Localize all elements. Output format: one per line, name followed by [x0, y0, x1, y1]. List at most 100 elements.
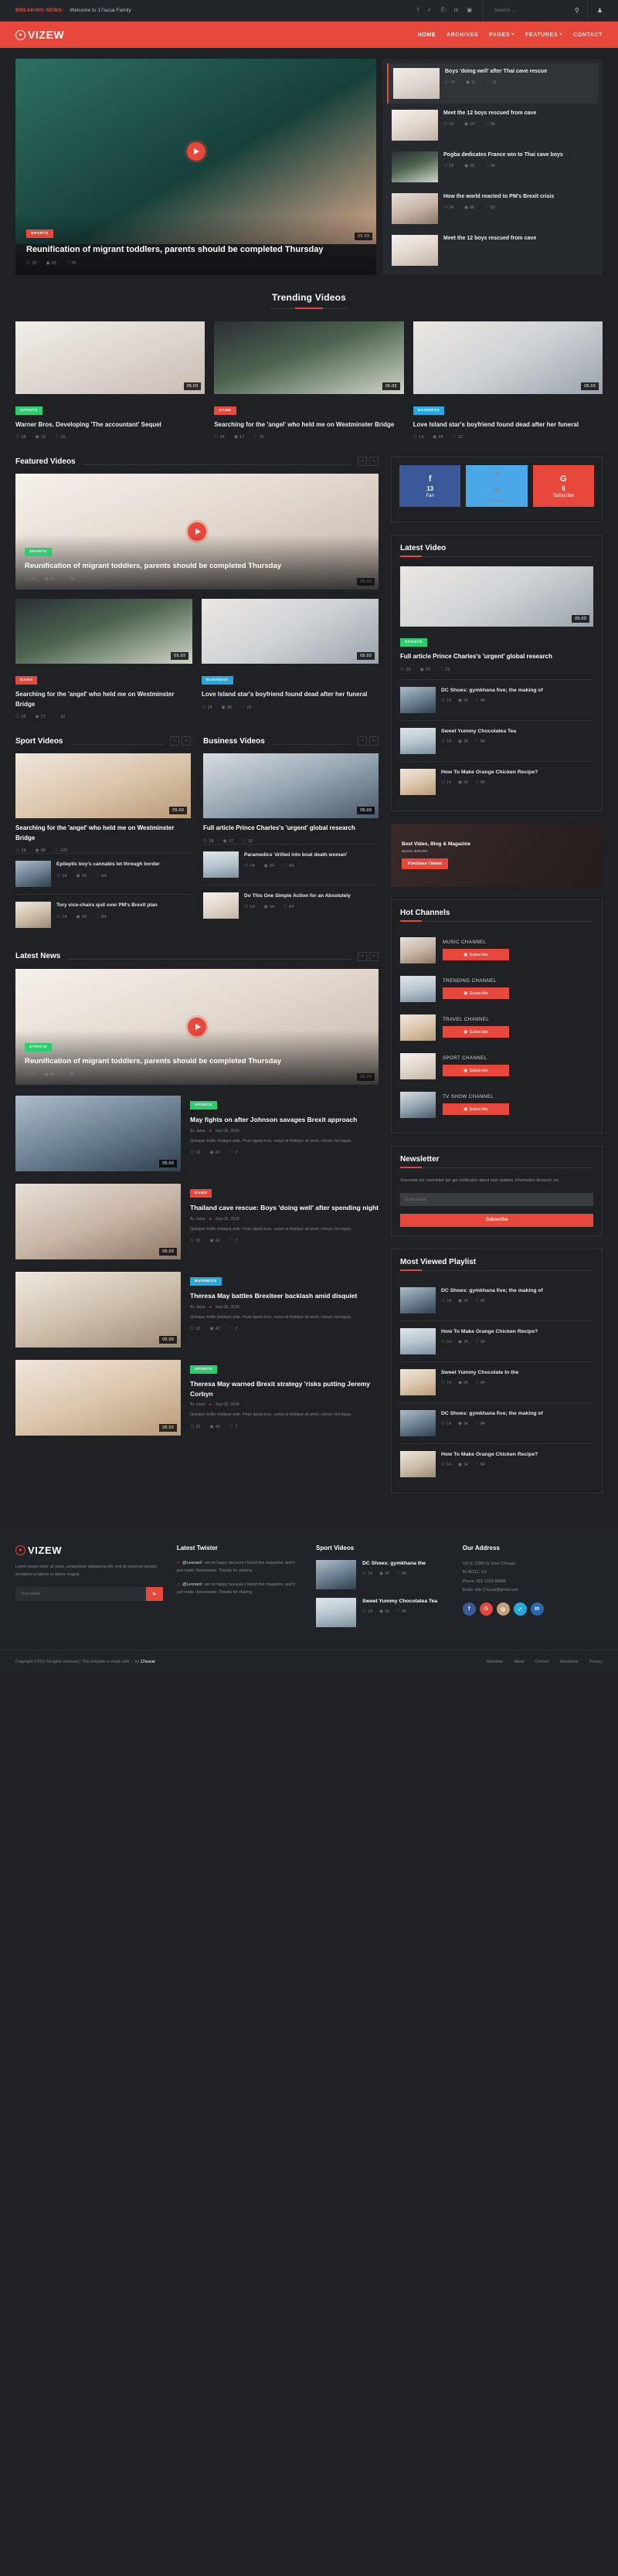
hero-playlist-item[interactable]: Meet the 12 boys rescued from cave — [387, 230, 598, 270]
category-badge[interactable]: BUSINESS — [202, 676, 233, 685]
hero-playlist-item[interactable]: Meet the 12 boys rescued from cave ⚇ 14 ◉ 3… — [387, 105, 598, 145]
facebook-icon[interactable]: f — [417, 0, 419, 22]
news-article-row[interactable]: 05.03 SPORTS Theresa May warned Brexit s… — [15, 1359, 379, 1436]
twitter-counter[interactable]: ✓ 14 Followers — [466, 465, 528, 508]
category-badge[interactable]: SPORTS — [26, 229, 53, 238]
search-icon[interactable]: ⚲ — [575, 7, 579, 14]
twitter-icon[interactable]: ✓ — [427, 0, 432, 22]
next-arrow[interactable]: › — [369, 951, 379, 961]
nav-item-features[interactable]: FEATURES — [525, 32, 563, 38]
playlist-item[interactable]: Sweet Yummy Chocolate In the ⚇ 14 ◉ 34 ♡ 84 — [400, 1361, 593, 1402]
trending-card[interactable]: 05.03 GAME Searching for the 'angel' who… — [214, 321, 404, 440]
subscribe-button[interactable]: ◉ Subscribe — [443, 1026, 509, 1038]
facebook-counter[interactable]: f 13 Fan — [399, 465, 461, 508]
next-arrow[interactable]: › — [182, 736, 191, 746]
prev-arrow[interactable]: ‹ — [358, 736, 367, 746]
footer-send-button[interactable]: ➤ — [145, 1587, 163, 1602]
featured-card[interactable]: 05.03 BUSINESS Love Island star's boyfri… — [202, 599, 379, 719]
category-badge[interactable]: SPORTS — [400, 638, 427, 647]
play-button[interactable] — [186, 142, 205, 161]
category-badge[interactable]: GAME — [214, 406, 236, 415]
prev-arrow[interactable]: ‹ — [358, 457, 367, 467]
business-list-item[interactable]: Paramedics 'drilled into boat death woma… — [203, 843, 379, 885]
category-badge[interactable]: BUSINESS — [413, 406, 445, 415]
prev-arrow[interactable]: ‹ — [170, 736, 179, 746]
business-main-video[interactable]: 05.03 Full article Prince Charles's 'urg… — [203, 753, 379, 844]
latest-news-hero[interactable]: 05.03 SPORTS Reunification of migrant to… — [15, 968, 379, 1085]
footer-link-advertise[interactable]: Advertise — [487, 1660, 504, 1664]
subscribe-button[interactable]: ◉ Subscribe — [443, 949, 509, 961]
playlist-item[interactable]: DC Shoes: gymkhana five; the making of ⚇… — [400, 1280, 593, 1320]
newsletter-subscribe-button[interactable]: Subscribe — [400, 1213, 593, 1227]
ad-banner[interactable]: Best Video, Blog & Magazine Banner 300x2… — [391, 823, 603, 887]
category-badge[interactable]: GAME — [15, 676, 38, 685]
footer-logo[interactable]: VIZEW — [15, 1545, 163, 1556]
google-plus-icon[interactable]: G — [479, 1602, 493, 1616]
footer-video-item[interactable]: DC Shoes: gymkhana the ⚇ 14 ◉ 34 ♡ 84 — [316, 1559, 449, 1589]
linkedin-icon[interactable]: in — [530, 1602, 544, 1616]
facebook-icon[interactable]: f — [462, 1602, 476, 1616]
playlist-item[interactable]: How To Make Orange Chicken Recipe? ⚇ 14 ◉ 3… — [400, 1443, 593, 1484]
trending-card[interactable]: 05.03 SPORTS Warner Bros. Developing 'Th… — [15, 321, 205, 440]
news-article-row[interactable]: 05.03 BUSINESS Theresa May battles Brexi… — [15, 1271, 379, 1347]
user-account-icon[interactable]: ♟ — [588, 7, 603, 14]
search-input[interactable] — [494, 8, 559, 13]
sport-main-video[interactable]: 05.03 Searching for the 'angel' who held… — [15, 753, 191, 853]
purchase-theme-button[interactable]: Purchase Theme — [402, 858, 449, 869]
subscribe-button[interactable]: ◉ Subscribe — [443, 1103, 509, 1116]
google-plus-counter[interactable]: G 9 Subscribe — [532, 465, 594, 508]
featured-card[interactable]: 05.03 GAME Searching for the 'angel' who… — [15, 599, 192, 719]
trending-card[interactable]: 05.03 BUSINESS Love Island star's boyfri… — [413, 321, 603, 440]
nav-item-contact[interactable]: CONTACT — [573, 32, 603, 38]
footer-link-privacy[interactable]: Privacy — [589, 1660, 603, 1664]
subscribe-button[interactable]: ◉ Subscribe — [443, 1065, 509, 1077]
category-badge[interactable]: BUSINESS — [190, 1276, 222, 1286]
news-article-row[interactable]: 05.03 SPORTS May fights on after Johnson… — [15, 1095, 379, 1171]
nav-item-pages[interactable]: PAGES — [489, 32, 515, 38]
footer-email-input[interactable] — [15, 1587, 146, 1602]
youtube-icon[interactable]: ▣ — [467, 0, 472, 22]
footer-link-about[interactable]: About — [514, 1660, 525, 1664]
instagram-icon[interactable]: ◎ — [496, 1602, 510, 1616]
twitter-icon[interactable]: ✓ — [513, 1602, 527, 1616]
prev-arrow[interactable]: ‹ — [358, 951, 367, 961]
site-logo[interactable]: VIZEW — [15, 29, 64, 41]
nav-item-archives[interactable]: ARCHIVES — [447, 32, 478, 38]
subscribe-button[interactable]: ◉ Subscribe — [443, 987, 509, 1000]
category-badge[interactable]: SPORTS — [190, 1100, 217, 1110]
sport-list-item[interactable]: Epileptic boy's cannabis let through bor… — [15, 852, 191, 894]
news-article-row[interactable]: 05.03 GAME Thailand cave rescue: Boys 'd… — [15, 1183, 379, 1259]
latest-video-item[interactable]: How To Make Orange Chicken Recipe? ⚇ 14 ◉ 3… — [400, 760, 593, 802]
latest-video-main[interactable]: 05.03 SPORTS Full article Prince Charles… — [400, 566, 593, 672]
playlist-item[interactable]: DC Shoes: gymkhana five; the making of ⚇… — [400, 1402, 593, 1443]
channel-row[interactable]: MUSIC CHANNEL ◉ Subscribe — [400, 931, 593, 970]
hero-playlist-item[interactable]: Boys 'doing well' after Thai cave rescue… — [387, 63, 598, 104]
category-badge[interactable]: SPORTS — [25, 1042, 52, 1052]
next-arrow[interactable]: › — [369, 457, 379, 467]
category-badge[interactable]: SPORTS — [15, 406, 42, 415]
category-badge[interactable]: GAME — [190, 1188, 212, 1198]
category-badge[interactable]: SPORTS — [190, 1364, 217, 1374]
business-list-item[interactable]: Do This One Simple Action for an Absolut… — [203, 884, 379, 926]
footer-video-item[interactable]: Sweet Yummy Chocolatea Tea ⚇ 14 ◉ 34 ♡ 84 — [316, 1597, 449, 1627]
next-arrow[interactable]: › — [369, 736, 379, 746]
newsletter-email-input[interactable] — [400, 1193, 593, 1207]
latest-video-item[interactable]: Sweet Yummy Chocolatea Tea ⚇ 14 ◉ 34 ♡ 84 — [400, 719, 593, 761]
latest-video-item[interactable]: DC Shoes: gymkhana five; the making of ⚇… — [400, 678, 593, 720]
nav-item-home[interactable]: HOME — [418, 32, 436, 38]
linkedin-icon[interactable]: in — [454, 0, 458, 22]
channel-row[interactable]: SPORT CHANNEL ◉ Subscribe — [400, 1047, 593, 1086]
hero-featured-video[interactable]: 05.03 SPORTS Reunification of migrant to… — [15, 59, 376, 275]
dribbble-icon[interactable]: Ⓕ — [440, 0, 446, 22]
channel-row[interactable]: TV SHOW CHANNEL ◉ Subscribe — [400, 1086, 593, 1124]
footer-link-disclaimer[interactable]: Disclaimer — [560, 1660, 579, 1664]
hero-playlist-item[interactable]: Pogba dedicates France win to Thai cave … — [387, 147, 598, 187]
sport-list-item[interactable]: Tory vice-chairs quit over PM's Brexit p… — [15, 893, 191, 935]
footer-link-contact[interactable]: Contact — [535, 1660, 549, 1664]
featured-main-video[interactable]: 05.03 SPORTS Reunification of migrant to… — [15, 474, 379, 590]
hero-playlist-item[interactable]: How the world reacted to PM's Brexit cri… — [387, 189, 598, 229]
playlist-item[interactable]: How To Make Orange Chicken Recipe? ⚇ 14 ◉ 3… — [400, 1320, 593, 1361]
category-badge[interactable]: SPORTS — [25, 548, 52, 557]
channel-row[interactable]: TRENDING CHANNEL ◉ Subscribe — [400, 970, 593, 1008]
channel-row[interactable]: TRAVEL CHANNEL ◉ Subscribe — [400, 1008, 593, 1047]
